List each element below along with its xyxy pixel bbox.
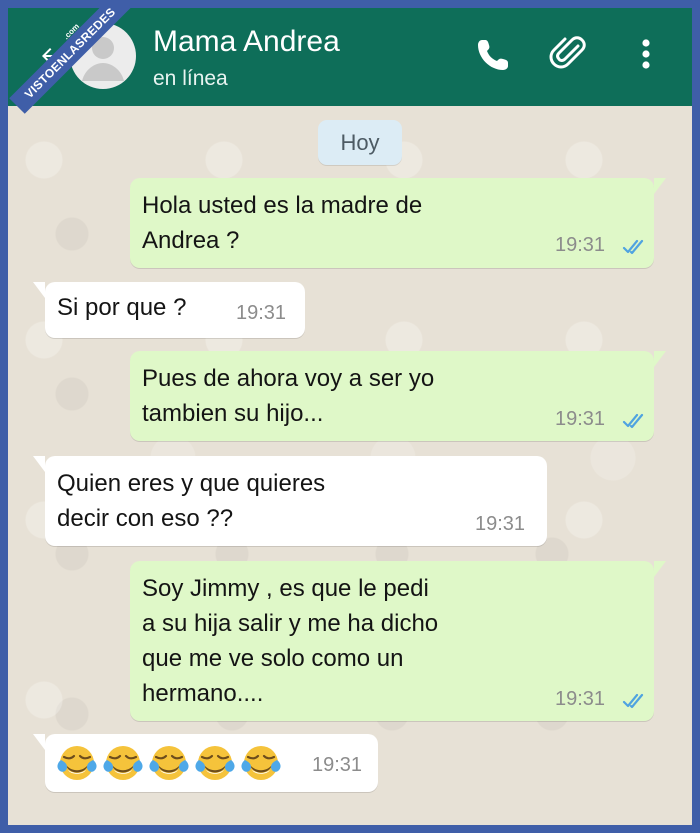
face-with-tears-of-joy-icon <box>241 746 281 780</box>
face-with-tears-of-joy-icon <box>149 746 189 780</box>
message-time: 19:31 <box>555 234 606 256</box>
message-time: 19:31 <box>555 408 606 430</box>
message-bubble-incoming[interactable]: 19:31 <box>33 734 378 792</box>
bubble-tail <box>33 456 45 472</box>
message-bubble-incoming[interactable]: Quien eres y que quieres decir con eso ?… <box>33 456 547 546</box>
date-separator: Hoy <box>318 120 402 165</box>
message-time: 19:31 <box>475 513 526 535</box>
bubble-tail <box>33 734 45 750</box>
message-bubble-outgoing[interactable]: Pues de ahora voy a ser yo tambien su hi… <box>130 351 666 441</box>
message-text: Si por que ? <box>57 294 187 321</box>
message-time: 19:31 <box>555 688 606 710</box>
face-with-tears-of-joy-icon <box>195 746 235 780</box>
bubble-tail <box>654 178 666 194</box>
bubble-tail <box>33 282 45 298</box>
paperclip-icon[interactable] <box>548 32 592 76</box>
message-time: 19:31 <box>236 302 287 324</box>
message-bubble-outgoing[interactable]: Soy Jimmy , es que le pedi a su hija sal… <box>130 561 666 721</box>
screenshot-frame: Mama Andrea en línea Hoy Hola usted es l… <box>0 0 700 833</box>
message-text: Hola usted es la madre de Andrea ? <box>142 192 423 254</box>
message-bubble-incoming[interactable]: Si por que ? 19:31 <box>33 282 305 338</box>
message-text: Soy Jimmy , es que le pedi a su hija sal… <box>142 575 439 707</box>
face-with-tears-of-joy-icon <box>103 746 143 780</box>
contact-name[interactable]: Mama Andrea <box>153 24 340 60</box>
emoji-row <box>55 741 283 785</box>
face-with-tears-of-joy-icon <box>57 746 97 780</box>
read-receipt-icon <box>622 693 644 709</box>
read-receipt-icon <box>622 239 644 255</box>
message-text: Quien eres y que quieres decir con eso ?… <box>57 470 326 532</box>
read-receipt-icon <box>622 413 644 429</box>
message-text: Pues de ahora voy a ser yo tambien su hi… <box>142 365 435 427</box>
message-bubble-outgoing[interactable]: Hola usted es la madre de Andrea ? 19:31 <box>130 178 666 268</box>
message-time: 19:31 <box>312 754 363 776</box>
bubble-tail <box>654 561 666 577</box>
phone-icon[interactable] <box>472 32 516 76</box>
bubble-tail <box>654 351 666 367</box>
online-status: en línea <box>153 67 228 90</box>
more-vert-icon[interactable] <box>624 32 668 76</box>
